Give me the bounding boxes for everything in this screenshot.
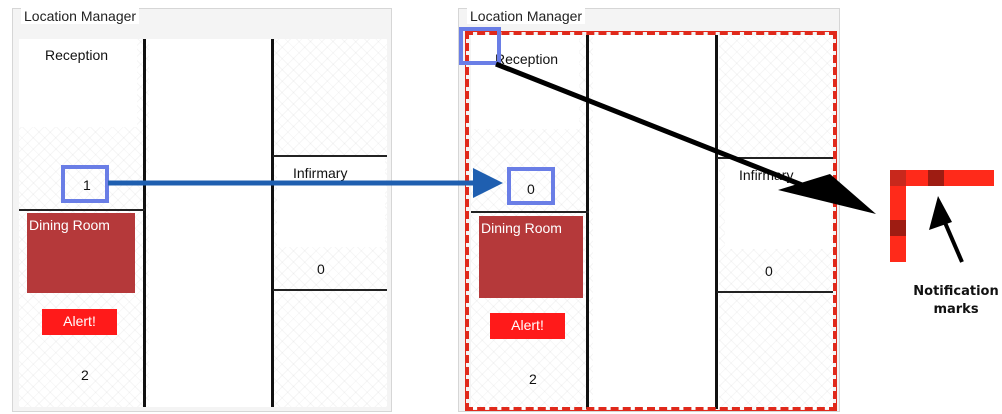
zoom-arrow [495,61,841,203]
pointer-arrow [941,217,964,263]
arrows-overlay [108,61,964,263]
pointer-arrow-head [929,196,952,230]
